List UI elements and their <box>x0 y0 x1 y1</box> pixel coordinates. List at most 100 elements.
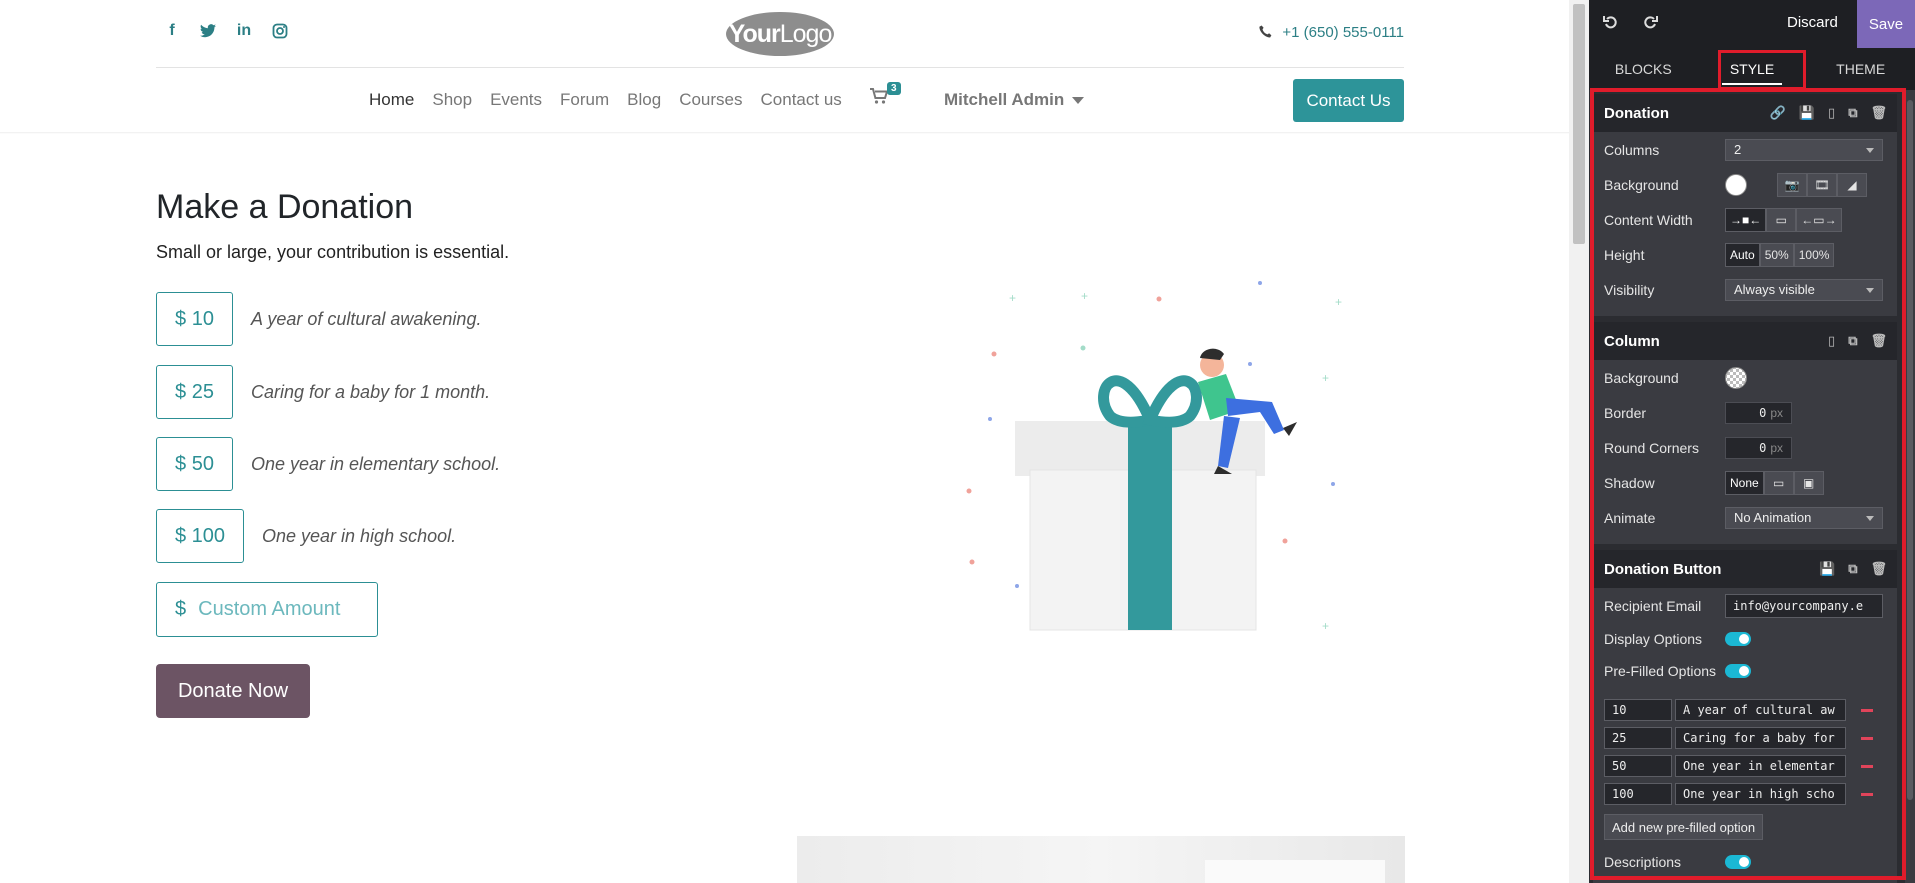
remove-option-icon[interactable] <box>1861 727 1875 749</box>
animate-select[interactable]: No Animation <box>1725 506 1883 529</box>
redo-icon[interactable] <box>1642 14 1658 35</box>
user-menu[interactable]: Mitchell Admin <box>944 90 1085 110</box>
amount-button-50[interactable]: $ 50 <box>156 437 233 491</box>
column-section: Column ▯ ⧉ 🗑 Background Border 0 px Roun… <box>1593 322 1897 544</box>
site-logo[interactable]: Your Logo <box>726 12 834 56</box>
gift-illustration: + + + + + <box>966 281 1342 633</box>
trash-icon[interactable]: 🗑 <box>1870 333 1887 349</box>
editor-tabs: BLOCKS STYLE THEME <box>1589 48 1915 90</box>
background-color-picker[interactable] <box>1725 366 1747 389</box>
amount-button-100[interactable]: $ 100 <box>156 509 244 563</box>
width-full-icon[interactable]: ←▭→ <box>1796 207 1842 232</box>
nav-shop[interactable]: Shop <box>432 90 472 110</box>
donation-subtitle: Small or large, your contribution is ess… <box>156 242 510 262</box>
logo-part-2: Logo <box>779 19 833 48</box>
preview-scrollbar[interactable] <box>1569 0 1589 883</box>
trash-icon[interactable]: 🗑 <box>1870 561 1887 577</box>
prefilled-options-toggle[interactable] <box>1725 664 1751 678</box>
width-small-icon[interactable]: →■← <box>1725 207 1767 232</box>
facebook-icon[interactable]: f <box>164 22 180 40</box>
width-regular-icon[interactable]: ▭ <box>1766 207 1797 232</box>
recipient-email-input[interactable]: info@yourcompany.e <box>1725 593 1883 618</box>
height-100-button[interactable]: 100% <box>1793 242 1835 267</box>
columns-select[interactable]: 2 <box>1725 138 1883 161</box>
display-options-row: Display Options <box>1593 623 1897 655</box>
nav-blog[interactable]: Blog <box>627 90 661 110</box>
linkedin-icon[interactable]: in <box>236 22 252 40</box>
custom-amount-input[interactable]: $ Custom Amount <box>156 582 378 637</box>
video-icon[interactable]: 🎞 <box>1807 172 1837 197</box>
border-row: Border 0 px <box>1593 395 1897 430</box>
display-options-toggle[interactable] <box>1725 632 1751 646</box>
shadow-outset-icon[interactable]: ▭ <box>1763 470 1794 495</box>
shadow-inset-icon[interactable]: ▣ <box>1793 470 1824 495</box>
image-shape-icon[interactable]: ◢ <box>1837 172 1867 197</box>
option-value-input[interactable]: 25 <box>1604 727 1672 749</box>
option-description-input[interactable]: One year in high scho <box>1675 783 1846 805</box>
main-navbar: Home Shop Events Forum Blog Courses Cont… <box>156 68 1404 132</box>
link-icon[interactable]: 🔗 <box>1770 105 1786 121</box>
donation-option: $ 100 One year in high school. <box>156 509 456 563</box>
svg-text:+: + <box>1322 619 1329 633</box>
visibility-label: Visibility <box>1604 281 1655 298</box>
nav-contact-us[interactable]: Contact us <box>761 90 842 110</box>
undo-icon[interactable] <box>1603 14 1619 35</box>
visibility-select[interactable]: Always visible <box>1725 278 1883 301</box>
add-prefilled-option-button[interactable]: Add new pre-filled option <box>1604 814 1764 840</box>
discard-button[interactable]: Discard <box>1787 14 1838 31</box>
amount-button-25[interactable]: $ 25 <box>156 365 233 419</box>
svg-text:+: + <box>1335 295 1342 309</box>
cart-link[interactable]: 3 <box>870 82 901 109</box>
svg-text:+: + <box>1009 291 1016 305</box>
instagram-icon[interactable] <box>272 22 288 40</box>
scrollbar-thumb[interactable] <box>1573 4 1585 244</box>
option-value-input[interactable]: 100 <box>1604 783 1672 805</box>
shadow-none-button[interactable]: None <box>1725 470 1764 495</box>
editor-scrollbar[interactable] <box>1905 90 1915 883</box>
descriptions-toggle[interactable] <box>1725 855 1751 869</box>
contact-us-button[interactable]: Contact Us <box>1293 79 1404 122</box>
duplicate-icon[interactable]: ⧉ <box>1848 561 1857 577</box>
border-input[interactable]: 0 px <box>1725 401 1792 424</box>
duplicate-icon[interactable]: ⧉ <box>1848 333 1857 349</box>
option-value-input[interactable]: 10 <box>1604 699 1672 721</box>
nav-courses[interactable]: Courses <box>679 90 742 110</box>
display-options-label: Display Options <box>1604 631 1703 647</box>
donation-section: Donation 🔗 💾 ▯ ⧉ 🗑 Columns 2 Background <box>1593 94 1897 316</box>
option-description-input[interactable]: A year of cultural aw <box>1675 699 1846 721</box>
border-label: Border <box>1604 404 1647 421</box>
remove-option-icon[interactable] <box>1861 699 1875 721</box>
option-value-input[interactable]: 50 <box>1604 755 1672 777</box>
nav-home[interactable]: Home <box>369 90 414 110</box>
trash-icon[interactable]: 🗑 <box>1870 105 1887 121</box>
background-color-picker[interactable] <box>1725 173 1747 196</box>
camera-icon[interactable]: 📷 <box>1777 172 1807 197</box>
round-corners-input[interactable]: 0 px <box>1725 436 1792 459</box>
amount-button-10[interactable]: $ 10 <box>156 292 233 346</box>
save-button[interactable]: Save <box>1857 0 1915 48</box>
remove-option-icon[interactable] <box>1861 755 1875 777</box>
save-snippet-icon[interactable]: 💾 <box>1819 561 1835 577</box>
save-snippet-icon[interactable]: 💾 <box>1799 105 1815 121</box>
tab-style[interactable]: STYLE <box>1698 48 1807 90</box>
scrollbar-thumb[interactable] <box>1907 100 1913 800</box>
donation-option: $ 25 Caring for a baby for 1 month. <box>156 365 490 419</box>
donate-now-button[interactable]: Donate Now <box>156 664 310 718</box>
mobile-icon[interactable]: ▯ <box>1828 333 1835 349</box>
nav-events[interactable]: Events <box>490 90 542 110</box>
option-description-input[interactable]: Caring for a baby for <box>1675 727 1846 749</box>
duplicate-icon[interactable]: ⧉ <box>1848 105 1857 121</box>
mobile-icon[interactable]: ▯ <box>1828 105 1835 121</box>
tab-theme[interactable]: THEME <box>1806 48 1915 90</box>
editor-panel: Discard Save BLOCKS STYLE THEME Donation… <box>1589 0 1915 883</box>
height-auto-button[interactable]: Auto <box>1725 242 1760 267</box>
chevron-down-icon <box>1866 515 1874 521</box>
height-50-button[interactable]: 50% <box>1759 242 1794 267</box>
twitter-icon[interactable] <box>200 22 216 40</box>
tab-blocks[interactable]: BLOCKS <box>1589 48 1698 90</box>
phone-contact[interactable]: +1 (650) 555-0111 <box>1259 24 1404 41</box>
donation-option: $ 50 One year in elementary school. <box>156 437 500 491</box>
option-description-input[interactable]: One year in elementar <box>1675 755 1846 777</box>
nav-forum[interactable]: Forum <box>560 90 609 110</box>
remove-option-icon[interactable] <box>1861 783 1875 805</box>
